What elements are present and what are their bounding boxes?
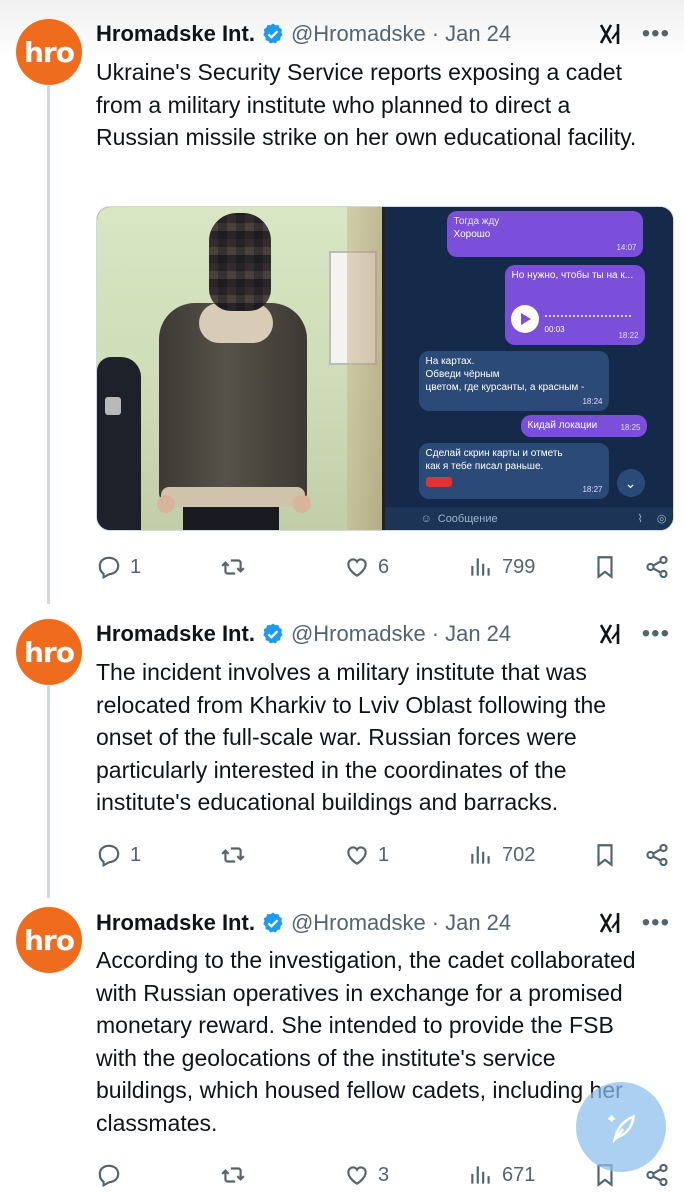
reply-button[interactable]: 1 [96, 842, 220, 868]
compose-post-button[interactable] [576, 1082, 666, 1172]
tweet-date[interactable]: Jan 24 [445, 621, 511, 647]
chat-message-in: Сделай скрин карты и отметь как я тебе п… [418, 443, 609, 499]
hand [293, 495, 311, 513]
author-handle[interactable]: @Hromadske [291, 621, 426, 647]
tweet-media[interactable]: Тогда жду Хорошо 14:07 Но нужно, чтобы т… [96, 206, 674, 531]
tweet-header: Hromadske Int. @Hromadske · Jan 24 ••• [96, 18, 670, 50]
attach-icon: ⌇ [637, 513, 643, 525]
grok-icon[interactable] [598, 910, 624, 936]
emoji-icon [425, 477, 452, 487]
tweet-actions: 1 1 702 [96, 839, 676, 871]
views-icon [471, 1166, 490, 1184]
chat-screenshot[interactable]: Тогда жду Хорошо 14:07 Но нужно, чтобы т… [384, 207, 673, 530]
author-handle[interactable]: @Hromadske [291, 910, 426, 936]
share-button[interactable] [644, 1162, 670, 1188]
bookmark-button[interactable] [592, 842, 644, 868]
bookmark-button[interactable] [592, 554, 644, 580]
tweet-date[interactable]: Jan 24 [445, 21, 511, 47]
camera-icon: ◎ [656, 513, 667, 525]
share-button[interactable] [644, 842, 670, 868]
grok-icon[interactable] [598, 621, 624, 647]
retweet-button[interactable] [220, 1162, 344, 1188]
more-options-icon[interactable]: ••• [642, 22, 670, 46]
author-name[interactable]: Hromadske Int. [96, 621, 255, 647]
tweet-header: Hromadske Int. @Hromadske · Jan 24 ••• [96, 907, 670, 939]
chat-message-out: Кидай локации 18:25 [520, 415, 647, 437]
like-button[interactable]: 3 [344, 1162, 468, 1188]
door-frame [347, 207, 382, 530]
heart-icon [347, 1166, 367, 1185]
heart-icon [347, 558, 367, 577]
like-button[interactable]: 6 [344, 554, 468, 580]
share-icon [646, 1163, 668, 1187]
bookmark-icon [597, 844, 613, 867]
tweet-header: Hromadske Int. @Hromadske · Jan 24 ••• [96, 618, 670, 650]
sherpa-hem [161, 487, 305, 507]
tweet-actions: 1 6 799 [96, 551, 676, 583]
tweet-text: According to the investigation, the cade… [96, 947, 636, 1136]
verified-badge-icon [263, 623, 283, 644]
tweet-text: The incident involves a military institu… [96, 659, 607, 815]
avatar[interactable]: hro [16, 19, 82, 85]
retweet-icon [221, 559, 245, 575]
share-icon [646, 843, 668, 867]
verified-badge-icon [263, 912, 283, 933]
emoji-button-icon: ☺ [420, 512, 432, 525]
officer-figure [97, 357, 141, 530]
compose-feather-icon [608, 1114, 636, 1144]
chat-voice-message: Но нужно, чтобы ты на к... 00:03 18:22 [504, 265, 645, 345]
grok-icon[interactable] [598, 21, 624, 47]
views-button[interactable]: 702 [468, 842, 592, 868]
more-options-icon[interactable]: ••• [642, 622, 670, 646]
retweet-icon [221, 1167, 245, 1183]
separator-dot: · [431, 621, 440, 646]
author-name[interactable]: Hromadske Int. [96, 910, 255, 936]
views-icon [471, 846, 490, 864]
chat-message-out: Тогда жду Хорошо 14:07 [446, 211, 643, 257]
views-icon [471, 558, 490, 576]
more-options-icon[interactable]: ••• [642, 911, 670, 935]
share-icon [646, 555, 668, 579]
author-name[interactable]: Hromadske Int. [96, 21, 255, 47]
retweet-button[interactable] [220, 842, 344, 868]
reply-button[interactable]: 1 [96, 554, 220, 580]
separator-dot: · [431, 910, 440, 935]
tweet-actions: 3 671 [96, 1159, 676, 1191]
author-handle[interactable]: @Hromadske [291, 21, 426, 47]
heart-icon [347, 846, 367, 865]
tweet[interactable]: hro Hromadske Int. @Hromadske · Jan 24 •… [0, 0, 684, 600]
tweet-text: Ukraine's Security Service reports expos… [96, 59, 637, 150]
avatar[interactable]: hro [16, 619, 82, 685]
separator-dot: · [431, 21, 440, 46]
photo-cadet[interactable] [97, 207, 382, 530]
retweet-button[interactable] [220, 554, 344, 580]
blurred-face [209, 213, 271, 311]
avatar[interactable]: hro [16, 907, 82, 973]
views-button[interactable]: 799 [468, 554, 592, 580]
scroll-down-icon: ⌄ [616, 469, 645, 497]
bookmark-icon [597, 556, 613, 579]
reply-icon [98, 844, 120, 868]
share-button[interactable] [644, 554, 670, 580]
views-button[interactable]: 671 [468, 1162, 592, 1188]
reply-icon [98, 1164, 120, 1188]
waveform [544, 315, 631, 323]
reply-button[interactable] [96, 1162, 220, 1188]
officer-patch-icon [105, 397, 121, 415]
tweet-date[interactable]: Jan 24 [445, 910, 511, 936]
reply-icon [98, 556, 120, 580]
retweet-icon [221, 847, 245, 863]
verified-badge-icon [263, 23, 283, 44]
tweet[interactable]: hro Hromadske Int. @Hromadske · Jan 24 •… [0, 600, 684, 890]
chat-message-in: На картах. Обведи чёрным цветом, где кур… [418, 351, 609, 411]
play-button-icon [510, 305, 539, 333]
chat-input-bar: ☺ Сообщение ⌇ ◎ [384, 507, 673, 530]
hand [157, 495, 175, 513]
like-button[interactable]: 1 [344, 842, 468, 868]
